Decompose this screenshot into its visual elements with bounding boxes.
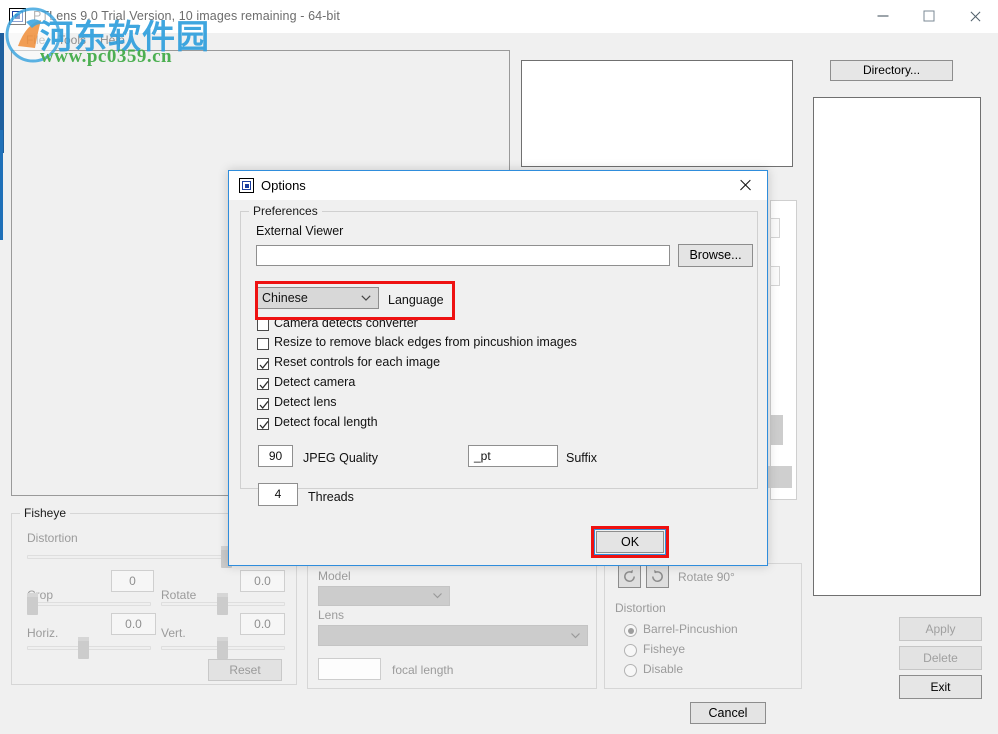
- ptlens-app-window: PTLens 9.0 Trial Version, 10 images rema…: [0, 0, 998, 734]
- rotate-value[interactable]: 0.0: [240, 570, 285, 592]
- vert-label: Vert.: [161, 626, 186, 640]
- chevron-down-icon: [433, 593, 442, 601]
- delete-button[interactable]: Delete: [899, 646, 982, 670]
- crop-value[interactable]: 0: [111, 570, 154, 592]
- ok-button[interactable]: OK: [596, 531, 664, 553]
- external-viewer-input[interactable]: [256, 245, 670, 266]
- app-icon: [9, 8, 26, 25]
- preferences-group-legend: Preferences: [249, 204, 322, 218]
- vert-slider-thumb[interactable]: [217, 637, 228, 659]
- fisheye-group-legend: Fisheye: [20, 506, 71, 520]
- left-accent-strip-lower: [0, 130, 3, 240]
- window-title: PTLens 9.0 Trial Version, 10 images rema…: [33, 9, 340, 23]
- background-list-strip: [770, 200, 797, 500]
- checkbox-label-camera-detects-converter: Camera detects converter: [274, 316, 418, 330]
- distortion-slider-track[interactable]: [27, 555, 238, 559]
- browse-button[interactable]: Browse...: [678, 244, 753, 267]
- checkbox-reset-controls-each-image[interactable]: [257, 358, 269, 370]
- vert-value[interactable]: 0.0: [240, 613, 285, 635]
- checkbox-resize-remove-black-edges[interactable]: [257, 338, 269, 350]
- distortion-slider-label: Distortion: [27, 531, 78, 545]
- checkbox-detect-camera[interactable]: [257, 378, 269, 390]
- rotate-ccw-90-button[interactable]: [618, 565, 641, 588]
- thumbnail-preview-box: [521, 60, 793, 167]
- file-list-box[interactable]: [813, 97, 981, 596]
- background-control-1: [770, 218, 780, 238]
- jpeg-quality-label: JPEG Quality: [303, 451, 379, 465]
- suffix-input[interactable]: _pt: [468, 445, 558, 467]
- menu-item-file[interactable]: File: [22, 33, 49, 47]
- rotate-90-label: Rotate 90°: [678, 570, 735, 584]
- background-scrollbar-thumb[interactable]: [770, 415, 783, 445]
- cancel-button[interactable]: Cancel: [690, 702, 766, 724]
- menu-item-tools[interactable]: Tools: [54, 33, 90, 47]
- options-dialog: Options Preferences External Viewer Brow…: [228, 170, 768, 724]
- menu-item-help[interactable]: Help: [96, 33, 129, 47]
- model-dropdown[interactable]: [318, 586, 450, 606]
- checkbox-label-detect-focal-length: Detect focal length: [274, 415, 378, 429]
- lens-dropdown[interactable]: [318, 625, 588, 646]
- menu-bar: File Tools Help: [0, 31, 998, 50]
- language-label: Language: [388, 293, 444, 307]
- distortion-group: Rotate 90° Distortion Barrel-Pincushion …: [604, 563, 802, 689]
- title-bar: PTLens 9.0 Trial Version, 10 images rema…: [0, 0, 998, 33]
- crop-slider-thumb[interactable]: [27, 593, 38, 615]
- close-window-button[interactable]: [952, 0, 998, 32]
- horiz-slider-track[interactable]: [27, 646, 151, 650]
- dialog-app-icon: [239, 178, 254, 193]
- language-dropdown[interactable]: Chinese: [257, 287, 379, 309]
- fisheye-reset-button[interactable]: Reset: [208, 659, 282, 681]
- horiz-label: Horiz.: [27, 626, 59, 640]
- checkbox-label-resize-remove-black-edges: Resize to remove black edges from pincus…: [274, 335, 577, 349]
- radio-barrel-pincushion[interactable]: [624, 624, 637, 637]
- dialog-close-button[interactable]: [723, 171, 767, 199]
- checkbox-label-detect-lens: Detect lens: [274, 395, 337, 409]
- jpeg-quality-input[interactable]: 90: [258, 445, 293, 467]
- suffix-label: Suffix: [566, 451, 598, 465]
- apply-button[interactable]: Apply: [899, 617, 982, 641]
- radio-fisheye[interactable]: [624, 644, 637, 657]
- checkbox-label-detect-camera: Detect camera: [274, 375, 356, 389]
- background-control-2: [770, 266, 780, 286]
- crop-slider-track[interactable]: [27, 602, 151, 606]
- dialog-title: Options: [261, 178, 306, 193]
- dialog-title-bar: Options: [229, 171, 767, 200]
- camera-lens-group: Model Lens focal length: [307, 563, 597, 689]
- threads-label: Threads: [308, 490, 354, 504]
- model-label: Model: [318, 569, 351, 583]
- radio-disable[interactable]: [624, 664, 637, 677]
- exit-button[interactable]: Exit: [899, 675, 982, 699]
- checkbox-camera-detects-converter[interactable]: [257, 319, 269, 331]
- external-viewer-label: External Viewer: [256, 224, 344, 238]
- horiz-slider-thumb[interactable]: [78, 637, 89, 659]
- preferences-group: Preferences External Viewer Browse... Ch…: [240, 204, 758, 506]
- checkbox-detect-focal-length[interactable]: [257, 418, 269, 430]
- radio-label-barrel-pincushion: Barrel-Pincushion: [643, 622, 738, 636]
- radio-label-fisheye: Fisheye: [643, 642, 686, 656]
- rotate-slider-thumb[interactable]: [217, 593, 228, 615]
- focal-length-input[interactable]: [318, 658, 381, 680]
- language-dropdown-value: Chinese: [262, 291, 308, 305]
- radio-label-disable: Disable: [643, 662, 684, 676]
- rotate-label: Rotate: [161, 588, 197, 602]
- checkbox-label-reset-controls-each-image: Reset controls for each image: [274, 355, 441, 369]
- chevron-down-icon: [361, 295, 371, 302]
- checkbox-detect-lens[interactable]: [257, 398, 269, 410]
- minimize-button[interactable]: [860, 0, 906, 32]
- threads-input[interactable]: 4: [258, 483, 298, 506]
- horiz-value[interactable]: 0.0: [111, 613, 156, 635]
- chevron-down-icon: [571, 632, 580, 641]
- lens-label: Lens: [318, 608, 345, 622]
- rotate-cw-90-button[interactable]: [646, 565, 669, 588]
- focal-length-label: focal length: [392, 663, 454, 677]
- maximize-button[interactable]: [906, 0, 952, 32]
- distortion-group-label: Distortion: [615, 601, 666, 615]
- directory-button[interactable]: Directory...: [830, 60, 953, 81]
